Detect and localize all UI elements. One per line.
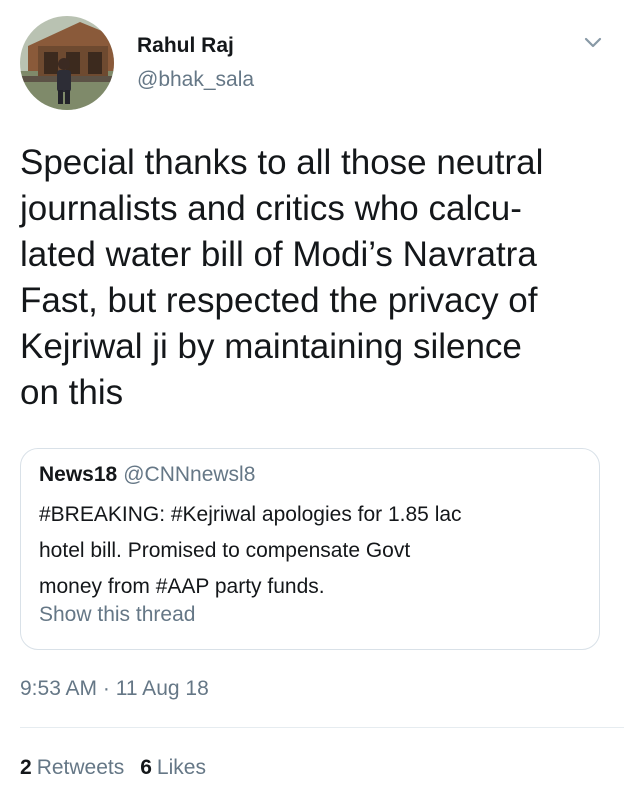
avatar-photo (20, 16, 114, 110)
quoted-tweet-text: #BREAKING: #Kejriwal apologies for 1.85 … (39, 497, 589, 605)
author-handle[interactable]: @bhak_sala (137, 68, 254, 92)
engagement-stats: 2 Retweets 6 Likes (20, 756, 206, 780)
avatar[interactable] (20, 16, 114, 110)
quoted-tweet-card[interactable]: News18 @CNNnewsl8 #BREAKING: #Kejriwal ap… (20, 448, 600, 650)
divider (20, 727, 624, 728)
likes-label: Likes (156, 756, 206, 779)
retweets-count: 2 (20, 756, 32, 779)
tweet-text-line: Fast, but respected the privacy of (20, 281, 538, 320)
likes-count: 6 (140, 756, 152, 779)
chevron-down-icon[interactable] (580, 30, 606, 56)
quoted-text-line: #BREAKING: #Kejriwal apologies for 1.85 … (39, 503, 462, 526)
quoted-author-name: News18 (39, 463, 118, 486)
tweet-text: Special thanks to all those neutral jour… (20, 140, 610, 416)
retweets-stat[interactable]: 2 Retweets (20, 756, 124, 779)
tweet-timestamp[interactable]: 9:53 AM · 11 Aug 18 (20, 677, 209, 701)
show-thread-link[interactable]: Show this thread (39, 603, 195, 627)
tweet-text-line: on this (20, 373, 124, 412)
likes-stat[interactable]: 6 Likes (140, 756, 206, 779)
tweet-header: Rahul Raj @bhak_sala (0, 0, 624, 120)
quoted-text-line: hotel bill. Promised to compensate Govt (39, 539, 411, 562)
retweets-label: Retweets (36, 756, 125, 779)
quoted-author-handle: @CNNnewsl8 (123, 463, 256, 486)
tweet-text-line: lated water bill of Modi’s Navratra (20, 235, 537, 274)
tweet-text-line: Kejriwal ji by maintaining silence (20, 327, 522, 366)
tweet-text-line: Special thanks to all those neutral (20, 143, 544, 182)
author-display-name[interactable]: Rahul Raj (137, 34, 234, 58)
quoted-text-line: money from #AAP party funds. (39, 575, 325, 598)
tweet-text-line: journalists and critics who calcu- (20, 189, 522, 228)
quoted-tweet-header: News18 @CNNnewsl8 (39, 463, 255, 487)
